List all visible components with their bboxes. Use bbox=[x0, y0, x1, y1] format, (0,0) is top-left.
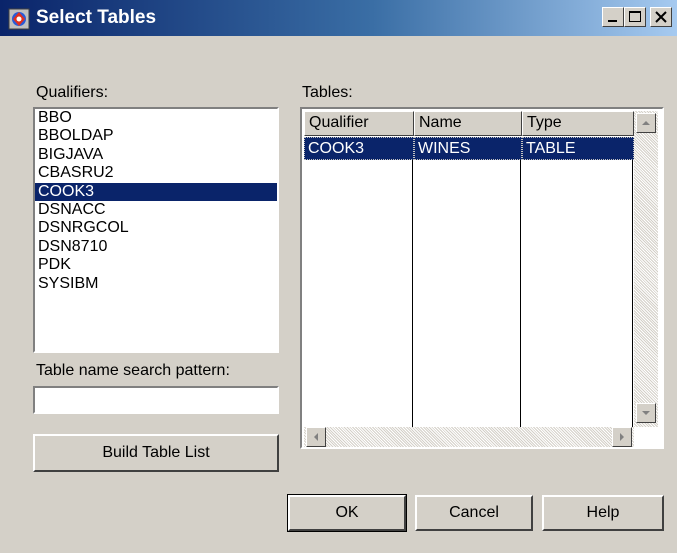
list-item[interactable]: SYSIBM bbox=[35, 275, 277, 293]
arrow-up-icon bbox=[642, 121, 650, 125]
vertical-scrollbar[interactable] bbox=[634, 111, 658, 427]
close-button[interactable] bbox=[650, 7, 672, 27]
list-item[interactable]: COOK3 bbox=[35, 182, 277, 201]
maximize-icon bbox=[629, 11, 641, 22]
ok-button[interactable]: OK bbox=[287, 494, 407, 532]
column-divider bbox=[520, 160, 521, 428]
search-pattern-input[interactable] bbox=[33, 386, 279, 414]
table-cell-type: TABLE bbox=[522, 137, 634, 160]
arrow-down-icon bbox=[642, 411, 650, 415]
maximize-button[interactable] bbox=[624, 7, 646, 27]
minimize-icon bbox=[608, 20, 617, 22]
app-icon[interactable] bbox=[8, 8, 30, 30]
scroll-left-button[interactable] bbox=[306, 427, 326, 447]
qualifiers-list: BBO BBOLDAP BIGJAVA CBASRU2 COOK3 DSNACC DSNRG… bbox=[35, 109, 277, 293]
horizontal-scrollbar[interactable] bbox=[304, 427, 634, 447]
arrow-left-icon bbox=[314, 433, 318, 441]
list-item[interactable]: CBASRU2 bbox=[35, 164, 277, 182]
column-divider bbox=[412, 160, 413, 428]
tables-label: Tables: bbox=[302, 84, 353, 101]
arrow-right-icon bbox=[620, 433, 624, 441]
title-bar[interactable]: Select Tables bbox=[0, 0, 677, 36]
list-item[interactable]: BBO bbox=[35, 109, 277, 127]
column-header-name[interactable]: Name bbox=[414, 111, 522, 136]
close-icon bbox=[655, 11, 667, 23]
tables-header: Qualifier Name Type bbox=[304, 111, 634, 136]
table-row[interactable]: COOK3 WINES TABLE bbox=[304, 137, 634, 160]
list-item[interactable]: DSN8710 bbox=[35, 238, 277, 256]
table-cell-name: WINES bbox=[414, 137, 522, 160]
qualifiers-listbox[interactable]: BBO BBOLDAP BIGJAVA CBASRU2 COOK3 DSNACC DSNRG… bbox=[33, 107, 279, 353]
list-item[interactable]: BBOLDAP bbox=[35, 127, 277, 145]
list-item[interactable]: BIGJAVA bbox=[35, 146, 277, 164]
list-item[interactable]: PDK bbox=[35, 256, 277, 274]
qualifiers-label: Qualifiers: bbox=[36, 84, 109, 101]
column-header-qualifier[interactable]: Qualifier bbox=[304, 111, 414, 136]
build-table-list-button[interactable]: Build Table List bbox=[33, 434, 279, 472]
scroll-right-button[interactable] bbox=[612, 427, 632, 447]
window-title: Select Tables bbox=[36, 7, 157, 28]
tables-grid[interactable]: Qualifier Name Type COOK3 WINES TABLE bbox=[300, 107, 664, 449]
column-divider bbox=[632, 160, 633, 428]
search-pattern-label: Table name search pattern: bbox=[36, 362, 230, 379]
table-cell-qualifier: COOK3 bbox=[304, 137, 414, 160]
cancel-button[interactable]: Cancel bbox=[415, 495, 533, 531]
list-item[interactable]: DSNRGCOL bbox=[35, 219, 277, 237]
scroll-up-button[interactable] bbox=[636, 113, 656, 133]
scroll-down-button[interactable] bbox=[636, 403, 656, 423]
help-button[interactable]: Help bbox=[542, 495, 664, 531]
column-header-type[interactable]: Type bbox=[522, 111, 634, 136]
minimize-button[interactable] bbox=[602, 7, 624, 27]
list-item[interactable]: DSNACC bbox=[35, 201, 277, 219]
